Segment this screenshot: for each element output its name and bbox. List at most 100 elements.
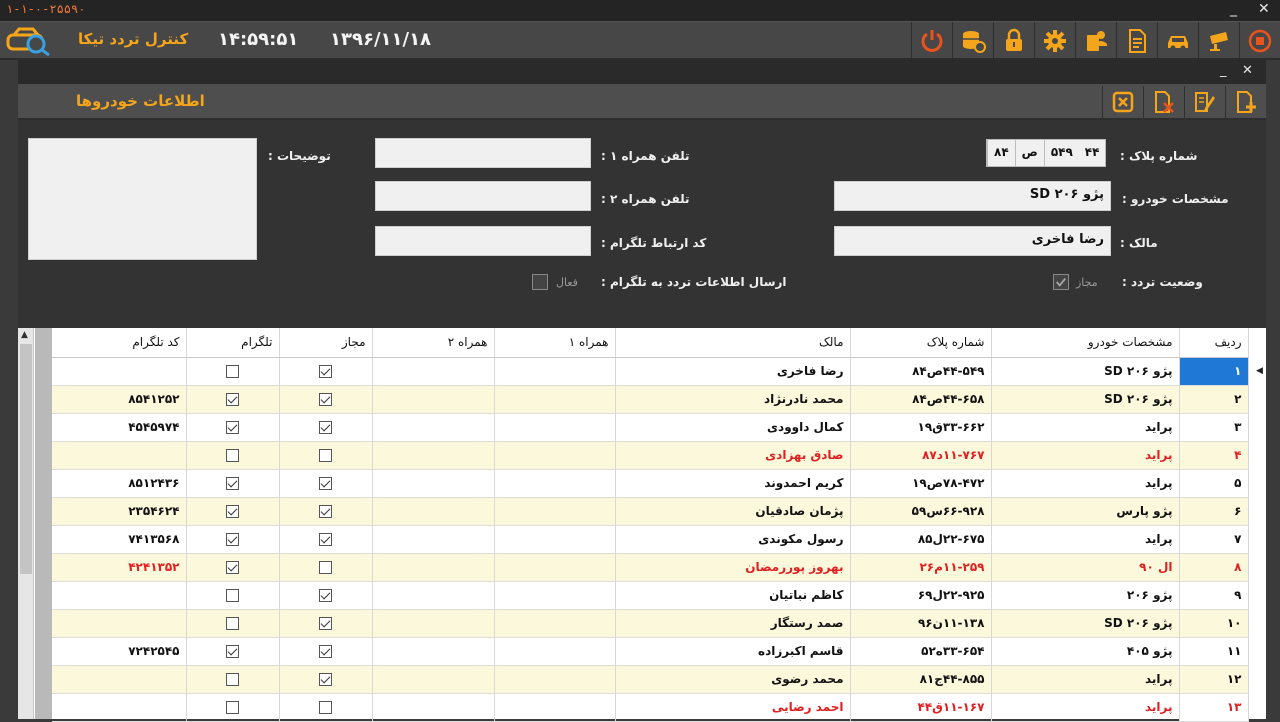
telegram-code-cell[interactable] [52, 693, 187, 722]
vehicle-spec-cell[interactable]: پراید [991, 441, 1180, 470]
mobile2-cell[interactable] [372, 525, 495, 554]
mobile1-cell[interactable] [494, 581, 616, 610]
vehicle-spec-cell[interactable]: پژو ۲۰۶ [991, 581, 1180, 610]
telegram-code-cell[interactable] [52, 357, 187, 386]
plate-cell[interactable]: ۱۱-۱۳۸ن۹۶ [850, 609, 992, 638]
owner-cell[interactable]: رسول مکوندی [615, 525, 851, 554]
vehicle-spec-cell[interactable]: پژو ۲۰۶ SD [991, 385, 1180, 414]
vehicle-spec-field[interactable]: پژو ۲۰۶ SD [834, 181, 1111, 211]
plate-cell[interactable]: ۱۱-۷۶۷د۸۷ [850, 441, 992, 470]
row-number-cell[interactable]: ۳ [1179, 413, 1249, 442]
table-row[interactable]: ۳ پراید ۳۳-۶۶۲ق۱۹ کمال داوودی ۴۵۴۵۹۷۴ [52, 413, 1249, 442]
allowed-checkbox[interactable] [319, 589, 332, 602]
mobile1-cell[interactable] [494, 553, 616, 582]
owner-cell[interactable]: صادق بهزادی [615, 441, 851, 470]
telegram-code-cell[interactable]: ۸۵۴۱۲۵۲ [52, 385, 187, 414]
owner-cell[interactable]: کاظم نباتیان [615, 581, 851, 610]
telegram-code-cell[interactable]: ۴۵۴۵۹۷۴ [52, 413, 187, 442]
telegram-code-cell[interactable] [52, 609, 187, 638]
settings-button[interactable] [1034, 22, 1075, 60]
row-number-cell[interactable]: ۹ [1179, 581, 1249, 610]
phone1-field[interactable] [375, 138, 591, 168]
row-number-cell[interactable]: ۱ [1179, 357, 1249, 386]
owner-cell[interactable]: پژمان صادقیان [615, 497, 851, 526]
table-row[interactable]: ۱۳ پراید ۱۱-۱۶۷ق۴۴ احمد رضایی [52, 693, 1249, 722]
database-button[interactable] [952, 22, 993, 60]
plate-cell[interactable]: ۳۳-۶۶۲ق۱۹ [850, 413, 992, 442]
allowed-checkbox[interactable] [319, 645, 332, 658]
vehicle-spec-cell[interactable]: پراید [991, 665, 1180, 694]
row-number-cell[interactable]: ۴ [1179, 441, 1249, 470]
child-minimize-button[interactable]: _ [1220, 63, 1227, 78]
plate-cell[interactable]: ۷۸-۴۷۲ص۱۹ [850, 469, 992, 498]
allowed-checkbox[interactable] [319, 477, 332, 490]
vehicle-spec-cell[interactable]: پراید [991, 413, 1180, 442]
mobile2-cell[interactable] [372, 665, 495, 694]
plate-part-1[interactable]: ۴۴ [1079, 140, 1106, 166]
telegram-checkbox[interactable] [226, 561, 239, 574]
column-header[interactable]: مالک [615, 328, 851, 358]
plate-part-3[interactable]: ص [1014, 140, 1044, 166]
table-row[interactable]: ۹ پژو ۲۰۶ ۲۲-۹۲۵ل۶۹ کاظم نباتیان [52, 581, 1249, 610]
telegram-checkbox[interactable] [226, 477, 239, 490]
allowed-checkbox[interactable] [319, 505, 332, 518]
mobile1-cell[interactable] [494, 469, 616, 498]
telegram-checkbox[interactable] [226, 645, 239, 658]
camera-button[interactable] [1198, 22, 1239, 60]
plate-cell[interactable]: ۴۴-۵۴۹ص۸۴ [850, 357, 992, 386]
telegram-code-cell[interactable] [52, 581, 187, 610]
allowed-checkbox[interactable] [319, 533, 332, 546]
plate-cell[interactable]: ۲۲-۹۲۵ل۶۹ [850, 581, 992, 610]
mobile2-cell[interactable] [372, 469, 495, 498]
active-checkbox[interactable] [532, 274, 548, 290]
allowed-checkbox[interactable] [319, 393, 332, 406]
allowed-checkbox[interactable] [319, 701, 332, 714]
row-number-cell[interactable]: ۱۱ [1179, 637, 1249, 666]
allowed-checkbox[interactable] [319, 617, 332, 630]
column-header[interactable]: همراه ۱ [494, 328, 616, 358]
telegram-checkbox[interactable] [226, 505, 239, 518]
scroll-up-arrow-icon[interactable]: ▲ [21, 330, 28, 340]
telegram-checkbox[interactable] [226, 533, 239, 546]
mobile2-cell[interactable] [372, 357, 495, 386]
owner-cell[interactable]: قاسم اکبرزاده [615, 637, 851, 666]
edit-button[interactable] [1184, 86, 1225, 118]
delete-button[interactable] [1143, 86, 1184, 118]
row-number-cell[interactable]: ۵ [1179, 469, 1249, 498]
owner-field[interactable]: رضا فاخری [834, 226, 1111, 256]
vehicle-spec-cell[interactable]: پراید [991, 693, 1180, 722]
telegram-checkbox[interactable] [226, 421, 239, 434]
column-header[interactable]: تلگرام [186, 328, 280, 358]
plate-cell[interactable]: ۳۳-۶۵۴ه۵۲ [850, 637, 992, 666]
record-button[interactable] [1239, 22, 1280, 60]
mobile1-cell[interactable] [494, 693, 616, 722]
table-row[interactable]: ۶ پژو پارس ۶۶-۹۲۸س۵۹ پژمان صادقیان ۲۳۵۴۶۲۴ [52, 497, 1249, 526]
mobile2-cell[interactable] [372, 385, 495, 414]
mobile1-cell[interactable] [494, 637, 616, 666]
mobile2-cell[interactable] [372, 497, 495, 526]
scroll-thumb[interactable] [20, 344, 32, 574]
table-row[interactable]: ۱ پژو ۲۰۶ SD ۴۴-۵۴۹ص۸۴ رضا فاخری [52, 357, 1249, 386]
telegram-code-cell[interactable] [52, 665, 187, 694]
plate-cell[interactable]: ۴۴-۶۵۸ص۸۴ [850, 385, 992, 414]
vehicles-button[interactable] [1157, 22, 1198, 60]
notes-field[interactable] [28, 138, 257, 260]
row-number-cell[interactable]: ۸ [1179, 553, 1249, 582]
plate-part-4[interactable]: ۸۴ [987, 140, 1015, 166]
mobile1-cell[interactable] [494, 665, 616, 694]
mobile1-cell[interactable] [494, 609, 616, 638]
mobile1-cell[interactable] [494, 413, 616, 442]
allowed-checkbox[interactable] [319, 365, 332, 378]
telegram-checkbox[interactable] [226, 393, 239, 406]
mobile1-cell[interactable] [494, 441, 616, 470]
mobile1-cell[interactable] [494, 385, 616, 414]
mobile1-cell[interactable] [494, 497, 616, 526]
column-header[interactable]: کد تلگرام [52, 328, 187, 358]
plate-cell[interactable]: ۶۶-۹۲۸س۵۹ [850, 497, 992, 526]
plate-cell[interactable]: ۱۱-۲۵۹م۲۶ [850, 553, 992, 582]
plate-input[interactable]: ۸۴ ص ۵۴۹ ۴۴ [986, 139, 1107, 167]
telegram-code-field[interactable] [375, 226, 591, 256]
plate-cell[interactable]: ۴۴-۸۵۵ج۸۱ [850, 665, 992, 694]
telegram-code-cell[interactable]: ۸۵۱۲۴۳۶ [52, 469, 187, 498]
row-number-cell[interactable]: ۶ [1179, 497, 1249, 526]
